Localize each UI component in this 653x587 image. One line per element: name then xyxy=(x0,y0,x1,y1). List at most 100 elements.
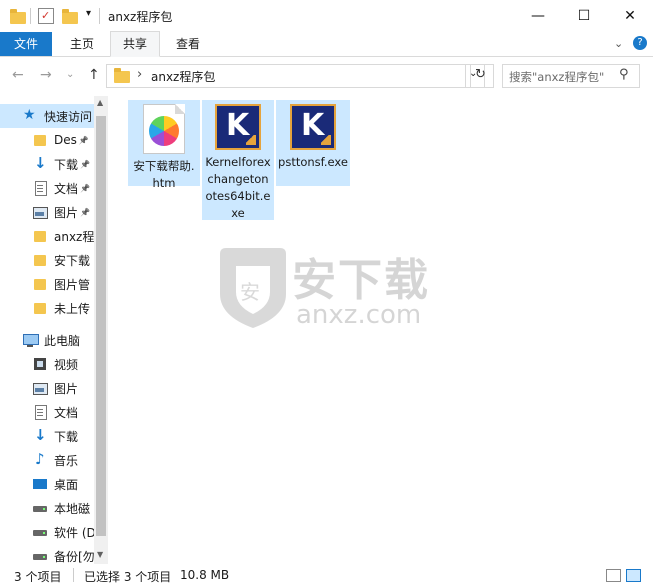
sidebar-item-label: 文档 xyxy=(54,405,79,420)
sidebar-item-label: 音乐 xyxy=(54,453,79,468)
watermark: 安 安下载 anxz.com xyxy=(216,244,436,334)
scroll-up-icon[interactable]: ▲ xyxy=(97,98,103,107)
file-name: 安下载帮助.htm xyxy=(133,159,195,190)
sidebar-item[interactable]: 图片 xyxy=(0,376,94,400)
breadcrumb-current[interactable]: anxz程序包 xyxy=(151,68,215,85)
sidebar-item-label: 桌面 xyxy=(54,477,79,492)
drive-icon xyxy=(32,524,48,540)
up-arrow-icon[interactable]: ↑ xyxy=(88,67,100,83)
sidebar-item[interactable]: 备份[勿 xyxy=(0,544,94,564)
search-input[interactable]: 搜索"anxz程序包" xyxy=(509,69,604,85)
file-item[interactable]: 安下载帮助.htm xyxy=(128,100,200,190)
pin-icon: 📌 xyxy=(80,159,90,169)
desktop-icon xyxy=(32,476,48,492)
picture-icon xyxy=(32,204,48,220)
sidebar-item-label: 软件 (D xyxy=(54,525,94,540)
status-item-count: 3 个项目 xyxy=(14,570,62,584)
breadcrumb-separator[interactable]: › xyxy=(137,67,142,82)
computer-icon xyxy=(22,332,39,348)
ribbon-expand-icon[interactable]: ⌄ xyxy=(614,37,623,50)
search-box[interactable]: 搜索"anxz程序包" ⚲ xyxy=(502,64,640,88)
refresh-button[interactable]: ↻ xyxy=(470,64,494,88)
details-view-icon[interactable] xyxy=(606,569,621,582)
status-selected-count: 已选择 3 个项目 xyxy=(84,570,172,584)
download-icon: ↓ xyxy=(34,154,47,172)
file-name: Kernelforexchangetonotes64bit.exe xyxy=(205,155,271,220)
sidebar-item-label: 快速访问 xyxy=(44,109,93,124)
help-icon[interactable]: ? xyxy=(633,36,647,50)
large-icons-view-icon[interactable] xyxy=(626,569,641,582)
sidebar-item-label: 图片 xyxy=(54,381,79,396)
document-icon xyxy=(32,404,48,420)
file-name: psttonsf.exe xyxy=(278,155,348,169)
scroll-down-icon[interactable]: ▼ xyxy=(97,550,103,559)
maximize-button[interactable]: ☐ xyxy=(561,0,607,32)
folder-icon xyxy=(32,252,48,268)
folder-icon xyxy=(32,300,48,316)
sidebar-item[interactable]: Des 📌 xyxy=(0,128,94,152)
sidebar-item[interactable]: ♪ 音乐 xyxy=(0,448,94,472)
picture-icon xyxy=(32,380,48,396)
tab-share[interactable]: 共享 xyxy=(110,31,161,57)
pin-icon: 📌 xyxy=(78,135,89,145)
sidebar-item-label: 此电脑 xyxy=(44,333,81,348)
tab-home[interactable]: 主页 xyxy=(58,32,106,56)
sidebar-item-label: 下载 xyxy=(54,429,79,444)
sidebar-item[interactable]: ↓ 下载 xyxy=(0,424,94,448)
divider xyxy=(99,8,100,24)
back-arrow-icon[interactable]: ← xyxy=(12,67,24,83)
watermark-en-text: anxz.com xyxy=(296,300,422,330)
sidebar-item[interactable]: 文档 xyxy=(0,400,94,424)
close-button[interactable]: ✕ xyxy=(607,0,653,32)
file-item[interactable]: K psttonsf.exe xyxy=(276,100,350,186)
recent-locations-icon[interactable]: ⌄ xyxy=(66,69,74,80)
divider xyxy=(73,568,74,582)
sidebar-item[interactable]: ↓ 下载 📌 xyxy=(0,152,94,176)
kernel-app-icon: K xyxy=(290,104,336,150)
new-folder-icon[interactable] xyxy=(62,9,78,24)
folder-icon xyxy=(114,68,130,83)
properties-icon[interactable]: ✓ xyxy=(38,8,54,24)
sidebar-item[interactable]: ★ 快速访问 xyxy=(0,104,94,128)
window-title: anxz程序包 xyxy=(108,10,173,24)
nav-scrollbar-thumb[interactable] xyxy=(96,116,106,536)
sidebar-item-label: anxz程 xyxy=(54,229,94,244)
quick-access-dropdown-icon[interactable]: ▾ xyxy=(86,8,91,19)
search-icon[interactable]: ⚲ xyxy=(619,67,629,82)
sidebar-item-label: 安下载 xyxy=(54,253,91,268)
sidebar-item[interactable]: anxz程 xyxy=(0,224,94,248)
tab-file[interactable]: 文件 xyxy=(0,32,52,56)
folder-icon xyxy=(10,9,26,24)
pin-icon: 📌 xyxy=(80,183,90,193)
folder-icon xyxy=(32,228,48,244)
sidebar-item[interactable]: 本地磁 xyxy=(0,496,94,520)
sidebar-item[interactable]: 图片管 xyxy=(0,272,94,296)
sidebar-item[interactable]: 软件 (D xyxy=(0,520,94,544)
folder-icon xyxy=(32,276,48,292)
sidebar-item[interactable]: 图片 📌 xyxy=(0,200,94,224)
file-item[interactable]: K Kernelforexchangetonotes64bit.exe xyxy=(202,100,274,220)
sidebar-item[interactable]: 桌面 xyxy=(0,472,94,496)
sidebar-item-label: 下载 xyxy=(54,157,79,172)
sidebar-item[interactable]: 安下载 xyxy=(0,248,94,272)
drive-icon xyxy=(32,548,48,564)
tab-view[interactable]: 查看 xyxy=(164,32,212,56)
watermark-cn-text: 安下载 xyxy=(292,255,430,306)
drive-icon xyxy=(32,500,48,516)
minimize-button[interactable]: — xyxy=(515,0,561,32)
sidebar-item[interactable]: 此电脑 xyxy=(0,328,94,352)
title-bar: ✓ ▾ anxz程序包 — ☐ ✕ xyxy=(0,0,653,32)
sidebar-item[interactable]: 视频 xyxy=(0,352,94,376)
status-selected-size: 10.8 MB xyxy=(180,568,230,582)
sidebar-item-label: Des xyxy=(54,133,77,147)
kernel-app-icon: K xyxy=(215,104,261,150)
sidebar-item[interactable]: 未上传 xyxy=(0,296,94,320)
sidebar-item-label: 图片 xyxy=(54,205,79,220)
folder-icon xyxy=(32,132,48,148)
address-bar[interactable]: › anxz程序包 xyxy=(106,64,466,88)
forward-arrow-icon[interactable]: → xyxy=(40,67,52,83)
pin-icon: 📌 xyxy=(80,207,90,217)
divider xyxy=(30,8,31,24)
refresh-icon: ↻ xyxy=(475,67,486,82)
sidebar-item[interactable]: 文档 📌 xyxy=(0,176,94,200)
